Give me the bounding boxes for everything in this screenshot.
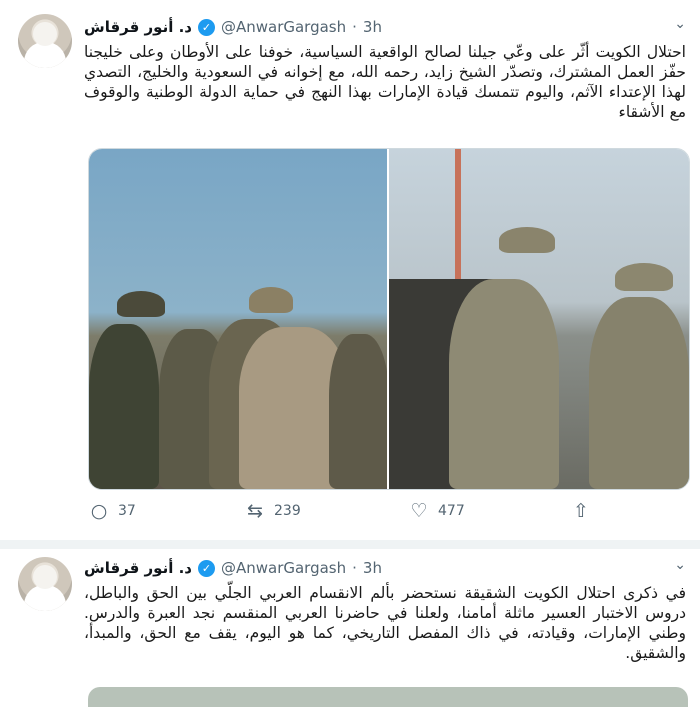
retweet-count: 239 — [274, 503, 301, 519]
like-button[interactable]: ♡ 477 — [408, 500, 465, 522]
figure — [499, 227, 555, 253]
photo-soldiers-vehicle[interactable] — [389, 149, 689, 489]
tweet-actions: ○ 37 ⇆ 239 ♡ 477 ⇧ — [0, 500, 700, 530]
tweet-divider — [0, 540, 700, 549]
avatar[interactable] — [18, 557, 72, 611]
tweet-2: د. أنور قرقاش ✓ @AnwarGargash · 3h ⌄ في … — [0, 549, 700, 707]
display-name[interactable]: د. أنور قرقاش — [84, 18, 192, 36]
antenna-pole — [455, 149, 461, 279]
share-icon: ⇧ — [573, 500, 589, 522]
more-options-icon[interactable]: ⌄ — [674, 557, 686, 573]
user-handle[interactable]: @AnwarGargash — [221, 559, 346, 577]
separator-dot: · — [352, 559, 357, 577]
retweet-icon: ⇆ — [247, 500, 263, 522]
share-button[interactable]: ⇧ — [570, 500, 592, 522]
reply-button[interactable]: ○ 37 — [88, 500, 136, 522]
photo-soldiers-handshake[interactable] — [89, 149, 387, 489]
separator-dot: · — [352, 18, 357, 36]
figure — [117, 291, 165, 317]
like-icon: ♡ — [410, 500, 428, 522]
tweet-text: في ذكرى احتلال الكويت الشقيقة نستحضر بأل… — [84, 584, 686, 662]
avatar[interactable] — [18, 14, 72, 68]
more-options-icon[interactable]: ⌄ — [674, 16, 686, 32]
user-handle[interactable]: @AnwarGargash — [221, 18, 346, 36]
avatar-head — [33, 22, 57, 46]
timestamp[interactable]: 3h — [363, 559, 382, 577]
figure — [249, 287, 293, 313]
tweet-text: احتلال الكويت أثّر على وعّي جيلنا لصالح … — [84, 43, 686, 121]
figure — [89, 324, 159, 489]
tweet-1: د. أنور قرقاش ✓ @AnwarGargash · 3h ⌄ احت… — [0, 0, 700, 540]
verified-badge-icon: ✓ — [197, 18, 215, 36]
like-count: 477 — [438, 503, 465, 519]
verified-badge-icon: ✓ — [197, 559, 215, 577]
reply-count: 37 — [118, 503, 136, 519]
tweet-media[interactable] — [88, 148, 690, 490]
figure — [615, 263, 673, 291]
figure — [449, 279, 559, 489]
retweet-button[interactable]: ⇆ 239 — [244, 500, 301, 522]
timestamp[interactable]: 3h — [363, 18, 382, 36]
tweet-header: د. أنور قرقاش ✓ @AnwarGargash · 3h — [84, 555, 382, 581]
figure — [329, 334, 387, 489]
tweet-header: د. أنور قرقاش ✓ @AnwarGargash · 3h — [84, 14, 382, 40]
figure — [589, 297, 689, 489]
avatar-head — [33, 565, 57, 589]
tweet-media-preview[interactable] — [88, 687, 688, 707]
display-name[interactable]: د. أنور قرقاش — [84, 559, 192, 577]
reply-icon: ○ — [90, 500, 108, 522]
